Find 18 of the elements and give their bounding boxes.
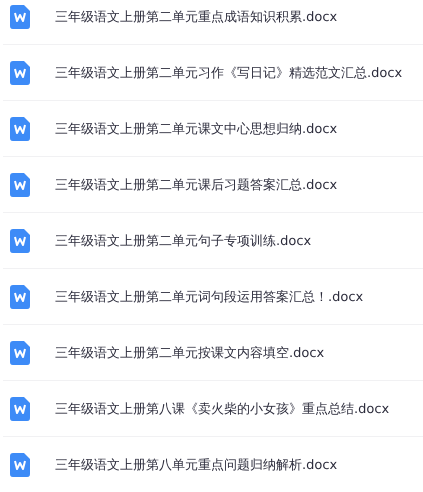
word-document-icon (10, 284, 30, 308)
file-name[interactable]: 三年级语文上册第二单元按课文内容填空.docx (55, 344, 324, 362)
file-name[interactable]: 三年级语文上册第二单元习作《写日记》精选范文汇总.docx (55, 64, 402, 82)
word-document-icon (10, 452, 30, 476)
word-document-icon (10, 116, 30, 140)
file-name[interactable]: 三年级语文上册第二单元重点成语知识积累.docx (55, 8, 338, 26)
word-document-icon (10, 60, 30, 84)
word-document-icon (10, 340, 30, 364)
word-document-icon (10, 4, 30, 28)
word-document-icon (10, 172, 30, 196)
file-name[interactable]: 三年级语文上册第八课《卖火柴的小女孩》重点总结.docx (55, 400, 390, 418)
file-name[interactable]: 三年级语文上册第二单元句子专项训练.docx (55, 232, 312, 250)
file-name[interactable]: 三年级语文上册第二单元课后习题答案汇总.docx (55, 176, 338, 194)
word-document-icon (10, 228, 30, 252)
word-document-icon (10, 396, 30, 420)
file-name[interactable]: 三年级语文上册第二单元词句段运用答案汇总！.docx (55, 288, 364, 306)
file-name[interactable]: 三年级语文上册第八单元重点问题归纳解析.docx (55, 456, 338, 474)
file-name[interactable]: 三年级语文上册第二单元课文中心思想归纳.docx (55, 120, 338, 138)
